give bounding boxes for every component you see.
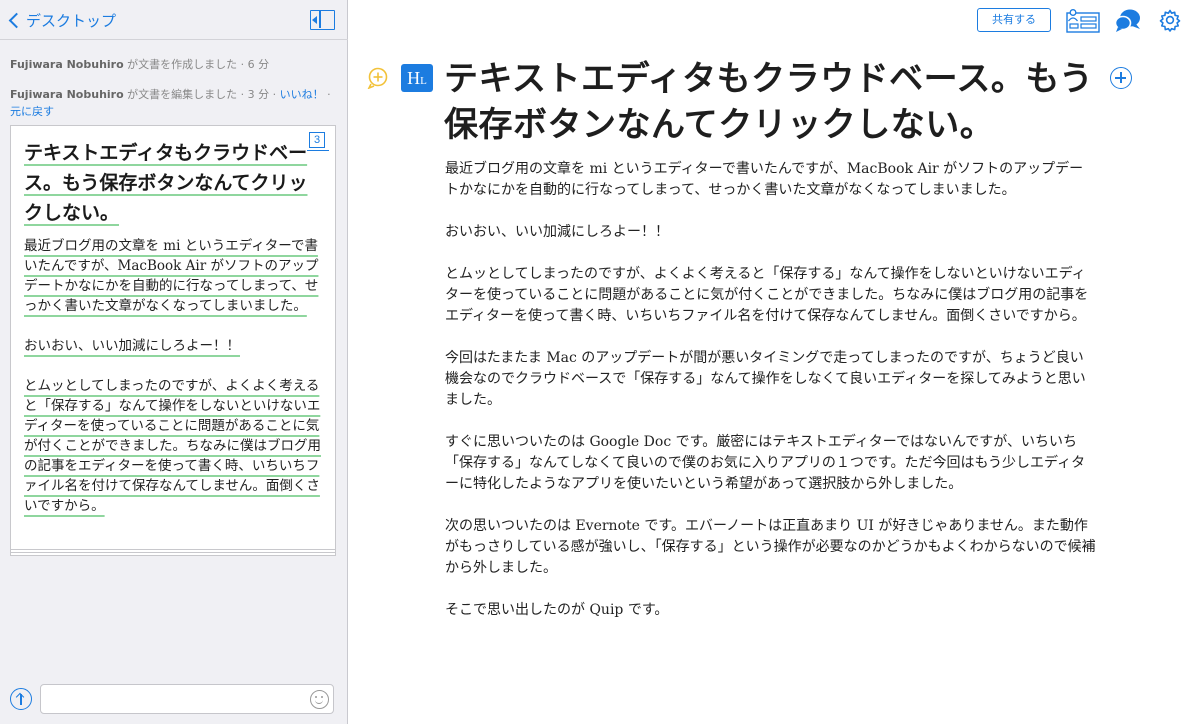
document-paragraph[interactable]: すぐに思いついたのは Google Doc です。厳密にはテキストエディターでは… [445,432,1097,495]
thumbnail-paragraph-text: 最近ブログ用の文章を mi というエディターで書いたんですが、MacBook A… [24,238,319,314]
activity-user: Fujiwara Nobuhiro [10,58,124,71]
emoji-icon[interactable] [310,690,329,709]
like-link[interactable]: いいね！ [280,88,324,101]
activity-item: Fujiwara Nobuhiro が文書を編集しました · 3 分 · いいね… [10,86,338,120]
paragraph-style-button[interactable]: HL [401,64,433,92]
thumbnail-paragraph-text: おいおい、いい加減にしろよー！！ [24,338,240,354]
activity-user: Fujiwara Nobuhiro [10,88,124,101]
document-body[interactable]: 最近ブログ用の文章を mi というエディターで書いたんですが、MacBook A… [445,159,1097,642]
version-badge: 3 [307,132,329,151]
document-paragraph[interactable]: 最近ブログ用の文章を mi というエディターで書いたんですが、MacBook A… [445,159,1097,201]
thumbnail-paragraph-text: とムッとしてしまったのですが、よくよく考えると「保存する」なんて操作をしないとい… [24,378,321,514]
document-paragraph[interactable]: 次の思いついたのは Evernote です。エバーノートは正直あまり UI が好… [445,516,1097,579]
members-icon[interactable] [1066,9,1100,33]
document-version-stack[interactable]: 3 テキストエディタもクラウドベース。もう保存ボタンなんてクリックしない。 最近… [10,125,336,558]
activity-item: Fujiwara Nobuhiro が文書を作成しました · 6 分 [10,56,338,73]
document-thumbnail[interactable]: 3 テキストエディタもクラウドベース。もう保存ボタンなんてクリックしない。 最近… [10,125,336,550]
insert-plus-icon[interactable] [1110,67,1132,89]
back-to-desktop-button[interactable]: デスクトップ [6,8,116,32]
chat-input[interactable] [40,684,334,714]
add-comment-icon[interactable] [367,67,389,89]
document-paragraph[interactable]: おいおい、いい加減にしろよー！！ [445,222,1097,243]
style-button-label: H [407,68,421,88]
document-paragraph[interactable]: とムッとしてしまったのですが、よくよく考えると「保存する」なんて操作をしないとい… [445,264,1097,327]
thumbnail-paragraph: おいおい、いい加減にしろよー！！ [24,336,324,356]
chat-bar [0,676,348,724]
scroll-up-icon[interactable] [10,688,32,710]
chat-bubbles-icon[interactable] [1114,8,1142,34]
thumbnail-title: テキストエディタもクラウドベース。もう保存ボタンなんてクリックしない。 [24,138,314,228]
chevron-left-icon [8,12,25,28]
conversation-sidebar: デスクトップ Fujiwara Nobuhiro が文書を作成しました · 6 … [0,0,348,724]
activity-separator: · [323,88,331,101]
back-label: デスクトップ [26,11,117,30]
share-button[interactable]: 共有する [977,8,1051,32]
sidebar-collapse-icon[interactable] [310,10,335,30]
thumbnail-paragraph: 最近ブログ用の文章を mi というエディターで書いたんですが、MacBook A… [24,236,324,316]
activity-text: が文書を作成しました · 6 分 [123,58,270,71]
gear-icon[interactable] [1158,8,1182,32]
document-paragraph[interactable]: そこで思い出したのが Quip です。 [445,600,1097,621]
thumbnail-title-text: テキストエディタもクラウドベース。もう保存ボタンなんてクリックしない。 [24,142,308,224]
thumbnail-paragraph: とムッとしてしまったのですが、よくよく考えると「保存する」なんて操作をしないとい… [24,376,324,516]
sidebar-header: デスクトップ [0,0,348,40]
document-title[interactable]: テキストエディタもクラウドベース。もう保存ボタンなんてクリックしない。 [444,56,1094,148]
style-button-sub: L [420,75,427,87]
activity-text: が文書を編集しました · 3 分 · [123,88,280,101]
revert-link[interactable]: 元に戻す [10,105,54,118]
document-paragraph[interactable]: 今回はたまたま Mac のアップデートが間が悪いタイミングで走ってしまったのです… [445,348,1097,411]
